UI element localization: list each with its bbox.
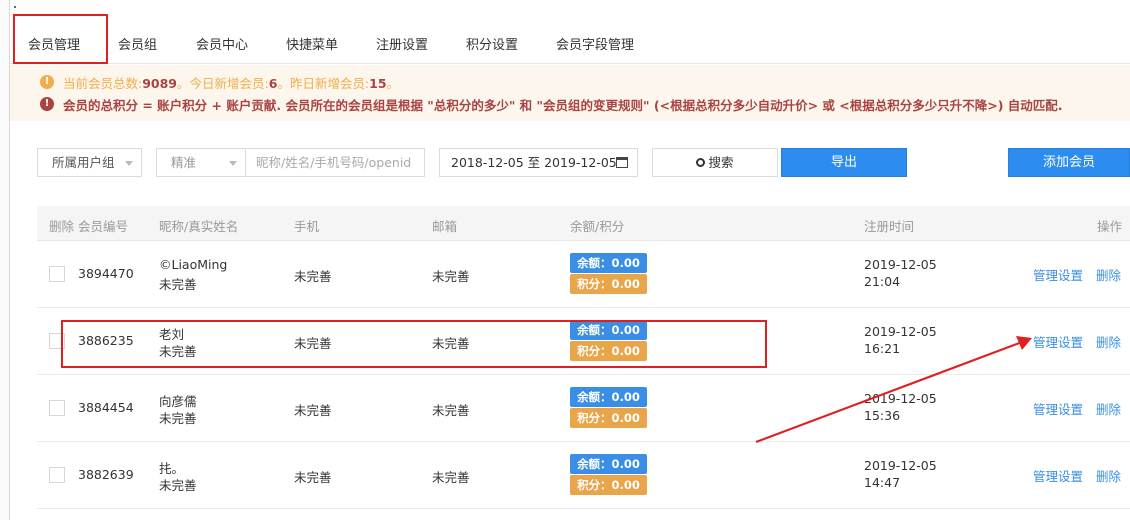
table-row: 3882639 扥。 未完善 未完善 未完善 余额：0.00 积分：0.00 2… bbox=[37, 442, 1130, 509]
reg-date: 2019-12-05 bbox=[864, 324, 937, 339]
delete-link[interactable]: 删除 bbox=[1096, 399, 1121, 418]
row-highlight-annotation bbox=[61, 320, 767, 368]
header-email: 邮箱 bbox=[432, 219, 458, 234]
member-realname: 未完善 bbox=[159, 277, 197, 292]
reg-date: 2019-12-05 bbox=[864, 458, 937, 473]
info-icon: ! bbox=[40, 75, 54, 89]
match-mode-select[interactable]: 精准 bbox=[156, 148, 246, 177]
points-rule-text: 会员的总积分 = 账户积分 + 账户贡献. 会员所在的会员组是根据 "总积分的多… bbox=[63, 98, 1063, 113]
member-realname: 未完善 bbox=[159, 411, 197, 426]
tab-member-management[interactable]: 会员管理 bbox=[28, 34, 80, 53]
delete-link[interactable]: 删除 bbox=[1096, 466, 1121, 485]
row-checkbox[interactable] bbox=[49, 266, 65, 282]
chevron-down-icon bbox=[125, 161, 133, 166]
member-realname: 未完善 bbox=[159, 478, 197, 493]
header-member-id: 会员编号 bbox=[78, 219, 129, 234]
member-id: 3884454 bbox=[78, 400, 134, 415]
row-checkbox[interactable] bbox=[49, 467, 65, 483]
balance-badge: 余额：0.00 bbox=[570, 253, 647, 273]
search-input-placeholder: 昵称/姓名/手机号码/openid bbox=[256, 155, 412, 170]
manage-settings-link[interactable]: 管理设置 bbox=[1033, 399, 1083, 418]
member-email: 未完善 bbox=[432, 403, 470, 418]
reg-time: 14:47 bbox=[864, 475, 901, 490]
manage-settings-link[interactable]: 管理设置 bbox=[1033, 332, 1083, 351]
member-id: 3894470 bbox=[78, 266, 134, 281]
tab-member-group[interactable]: 会员组 bbox=[118, 34, 157, 53]
export-button[interactable]: 导出 bbox=[781, 148, 907, 177]
tab-points-settings[interactable]: 积分设置 bbox=[466, 34, 518, 53]
date-range-input[interactable]: 2018-12-05 至 2019-12-05 bbox=[439, 148, 638, 177]
points-badge: 积分：0.00 bbox=[570, 274, 647, 294]
balance-badge: 余额：0.00 bbox=[570, 454, 647, 474]
manage-settings-link[interactable]: 管理设置 bbox=[1033, 265, 1083, 284]
header-reg-time: 注册时间 bbox=[864, 219, 915, 234]
balance-badge: 余额：0.00 bbox=[570, 387, 647, 407]
reg-date: 2019-12-05 bbox=[864, 391, 937, 406]
header-phone: 手机 bbox=[294, 219, 320, 234]
member-id: 3882639 bbox=[78, 467, 134, 482]
member-email: 未完善 bbox=[432, 470, 470, 485]
member-phone: 未完善 bbox=[294, 470, 332, 485]
add-member-button[interactable]: 添加会员 bbox=[1008, 148, 1130, 177]
points-badge: 积分：0.00 bbox=[570, 475, 647, 495]
user-group-select-label: 所属用户组 bbox=[52, 155, 115, 170]
member-phone: 未完善 bbox=[294, 403, 332, 418]
member-stats-line: 当前会员总数:9089。今日新增会员:6。昨日新增会员:15。 bbox=[63, 76, 400, 91]
member-phone: 未完善 bbox=[294, 269, 332, 284]
header-balance: 余额/积分 bbox=[570, 219, 625, 234]
tab-registration-settings[interactable]: 注册设置 bbox=[376, 34, 428, 53]
tab-quick-menu[interactable]: 快捷菜单 bbox=[286, 34, 338, 53]
calendar-icon bbox=[616, 157, 628, 168]
reg-date: 2019-12-05 bbox=[864, 257, 937, 272]
search-icon bbox=[696, 158, 706, 167]
tab-bar: 会员管理 会员组 会员中心 快捷菜单 注册设置 积分设置 会员字段管理 bbox=[10, 0, 1130, 64]
chevron-down-icon bbox=[229, 161, 237, 166]
header-name: 昵称/真实姓名 bbox=[159, 219, 239, 234]
delete-link[interactable]: 删除 bbox=[1096, 265, 1121, 284]
reg-time: 16:21 bbox=[864, 341, 901, 356]
search-button[interactable]: 搜索 bbox=[652, 148, 778, 177]
table-row: 3894470 ©LiaoMing 未完善 未完善 未完善 余额：0.00 积分… bbox=[37, 241, 1130, 308]
warning-icon: ! bbox=[40, 97, 54, 111]
user-group-select[interactable]: 所属用户组 bbox=[37, 148, 142, 177]
member-email: 未完善 bbox=[432, 269, 470, 284]
reg-time: 21:04 bbox=[864, 274, 901, 289]
table-header: 删除 会员编号 昵称/真实姓名 手机 邮箱 余额/积分 注册时间 操作 bbox=[37, 206, 1130, 241]
member-management-page: 会员管理 会员组 会员中心 快捷菜单 注册设置 积分设置 会员字段管理 ! 当前… bbox=[0, 0, 1130, 520]
row-checkbox[interactable] bbox=[49, 400, 65, 416]
delete-link[interactable]: 删除 bbox=[1096, 332, 1121, 351]
header-delete: 删除 bbox=[49, 219, 75, 234]
tab-member-fields[interactable]: 会员字段管理 bbox=[556, 34, 634, 53]
search-input[interactable]: 昵称/姓名/手机号码/openid bbox=[245, 148, 425, 177]
tab-member-center[interactable]: 会员中心 bbox=[196, 34, 248, 53]
date-range-value: 2018-12-05 至 2019-12-05 bbox=[451, 155, 617, 170]
member-nickname: ©LiaoMing bbox=[159, 257, 228, 272]
table-row: 3884454 向彦儒 未完善 未完善 未完善 余额：0.00 积分：0.00 … bbox=[37, 375, 1130, 442]
manage-settings-link[interactable]: 管理设置 bbox=[1033, 466, 1083, 485]
left-panel-edge bbox=[0, 0, 10, 520]
points-badge: 积分：0.00 bbox=[570, 408, 647, 428]
header-actions: 操作 bbox=[1097, 219, 1123, 234]
match-mode-label: 精准 bbox=[171, 155, 197, 170]
reg-time: 15:36 bbox=[864, 408, 901, 423]
notice-panel: ! 当前会员总数:9089。今日新增会员:6。昨日新增会员:15。 ! 会员的总… bbox=[10, 65, 1130, 121]
search-button-label: 搜索 bbox=[708, 155, 734, 170]
